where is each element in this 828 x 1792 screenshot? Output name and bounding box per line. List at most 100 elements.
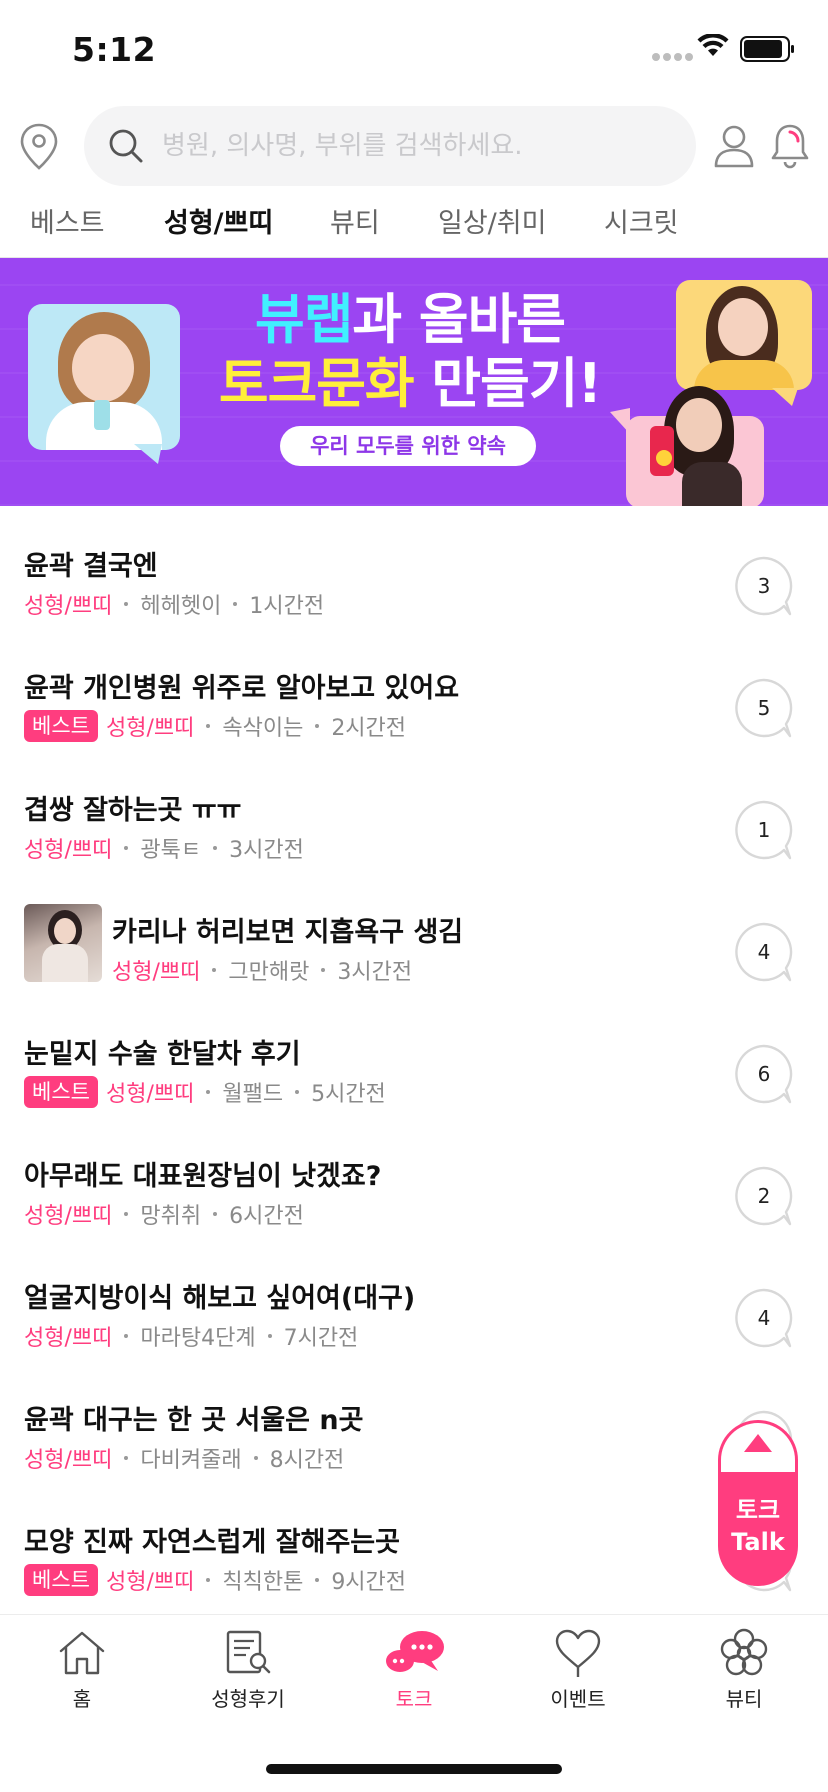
list-item[interactable]: 아무래도 대표원장님이 낫겠죠? 성형/쁘띠 망취취 6시간전 2 (0, 1116, 828, 1238)
post-thumbnail (24, 904, 102, 982)
comment-count-bubble: 3 (734, 556, 794, 616)
post-author: 다비켜줄래 (140, 1448, 242, 1473)
search-bar[interactable] (84, 106, 696, 186)
talk-icon (386, 1631, 444, 1672)
tab-surgery-petit[interactable]: 성형/쁘띠 (158, 204, 280, 258)
post-meta: 성형/쁘띠 다비켜줄래 8시간전 (24, 1442, 344, 1474)
post-author: 속삭이는 (222, 716, 304, 741)
comment-count-bubble: 4 (734, 922, 794, 982)
list-item[interactable]: 윤곽 개인병원 위주로 알아보고 있어요 베스트 성형/쁘띠 속삭이는 2시간전… (0, 628, 828, 750)
post-author: 망취취 (140, 1204, 202, 1229)
comment-count-bubble: 2 (734, 1166, 794, 1226)
post-author: 헤헤헷이 (140, 594, 222, 619)
post-title: 아무래도 대표원장님이 낫겠죠? (24, 1161, 382, 1192)
comment-count: 1 (757, 818, 771, 842)
search-row (0, 104, 828, 188)
wifi-icon (697, 34, 729, 56)
nav-beauty[interactable]: 뷰티 (684, 1627, 804, 1712)
search-icon (109, 129, 143, 163)
post-title: 윤곽 결국엔 (24, 551, 158, 582)
list-item[interactable]: 윤곽 대구는 한 곳 서울은 n곳 성형/쁘띠 다비켜줄래 8시간전 1 (0, 1360, 828, 1482)
post-time: 3시간전 (337, 960, 413, 985)
post-title: 모양 진짜 자연스럽게 잘해주는곳 (24, 1527, 400, 1558)
category-tabs: 베스트 성형/쁘띠 뷰티 일상/취미 시크릿 (0, 204, 828, 258)
post-title: 얼굴지방이식 해보고 싶어여(대구) (24, 1283, 416, 1314)
post-title: 눈밑지 수술 한달차 후기 (24, 1039, 301, 1070)
comment-count-bubble: 5 (734, 678, 794, 738)
comment-count-bubble: 6 (734, 1044, 794, 1104)
post-time: 1시간전 (249, 594, 325, 619)
status-bar: 5:12 (0, 0, 828, 100)
signal-icon (652, 53, 693, 61)
home-indicator (266, 1764, 562, 1774)
best-badge: 베스트 (24, 1076, 98, 1108)
heart-icon (555, 1629, 601, 1677)
post-category: 성형/쁘띠 (112, 960, 201, 985)
comment-count: 5 (757, 696, 771, 720)
battery-icon (740, 36, 794, 62)
list-item[interactable]: 얼굴지방이식 해보고 싶어여(대구) 성형/쁘띠 마라탕4단계 7시간전 4 (0, 1238, 828, 1360)
bell-icon[interactable] (770, 122, 810, 170)
list-item[interactable]: 눈밑지 수술 한달차 후기 베스트 성형/쁘띠 월팰드 5시간전 6 (0, 994, 828, 1116)
post-meta: 성형/쁘띠 헤헤헷이 1시간전 (24, 588, 324, 620)
post-meta: 베스트 성형/쁘띠 속삭이는 2시간전 (24, 710, 406, 742)
post-author: 그만해랏 (228, 960, 310, 985)
home-icon (59, 1631, 105, 1675)
post-category: 성형/쁘띠 (24, 838, 113, 863)
nav-talk[interactable]: 토크 (354, 1627, 474, 1712)
nav-events[interactable]: 이벤트 (518, 1627, 638, 1712)
comment-count: 3 (757, 574, 771, 598)
post-title: 겹쌍 잘하는곳 ㅠㅠ (24, 795, 242, 826)
list-item[interactable]: 겹쌍 잘하는곳 ㅠㅠ 성형/쁘띠 광툭ㅌ 3시간전 1 (0, 750, 828, 872)
post-category: 성형/쁘띠 (105, 1082, 195, 1107)
post-category: 성형/쁘띠 (105, 1570, 195, 1595)
list-item[interactable]: 카리나 허리보면 지흡욕구 생김 성형/쁘띠 그만해랏 3시간전 4 (0, 872, 828, 994)
nav-reviews[interactable]: 성형후기 (188, 1627, 308, 1712)
banner-pill: 우리 모두를 위한 약속 (280, 426, 536, 466)
post-meta: 성형/쁘띠 그만해랏 3시간전 (112, 954, 412, 986)
talk-write-button[interactable]: 토크 Talk (718, 1420, 798, 1586)
nav-home[interactable]: 홈 (22, 1627, 142, 1712)
post-meta: 성형/쁘띠 마라탕4단계 7시간전 (24, 1320, 358, 1352)
post-meta: 베스트 성형/쁘띠 월팰드 5시간전 (24, 1076, 386, 1108)
post-category: 성형/쁘띠 (24, 1204, 113, 1229)
tab-secret[interactable]: 시크릿 (604, 204, 679, 258)
post-time: 2시간전 (331, 716, 407, 741)
status-time: 5:12 (72, 30, 157, 69)
post-time: 9시간전 (331, 1570, 407, 1595)
list-item[interactable]: 윤곽 결국엔 성형/쁘띠 헤헤헷이 1시간전 3 (0, 506, 828, 628)
post-time: 6시간전 (229, 1204, 304, 1229)
comment-count: 4 (757, 940, 771, 964)
banner-title: 뷰랩과 올바른 토크문화 만들기! (218, 288, 602, 415)
comment-count: 4 (757, 1306, 771, 1330)
tab-beauty[interactable]: 뷰티 (330, 204, 380, 258)
search-input[interactable] (162, 106, 672, 186)
comment-count-bubble: 1 (734, 800, 794, 860)
post-title: 카리나 허리보면 지흡욕구 생김 (112, 917, 464, 948)
tab-best[interactable]: 베스트 (30, 204, 105, 258)
post-category: 성형/쁘띠 (24, 1448, 113, 1473)
best-badge: 베스트 (24, 710, 98, 742)
post-meta: 성형/쁘띠 광툭ㅌ 3시간전 (24, 832, 304, 864)
banner-photo-left (28, 304, 180, 450)
post-category: 성형/쁘띠 (24, 594, 113, 619)
post-time: 3시간전 (229, 838, 304, 863)
post-category: 성형/쁘띠 (105, 716, 195, 741)
banner-photo-top-right (676, 280, 812, 390)
talk-fab-label-ko: 토크 (735, 1496, 781, 1524)
post-time: 8시간전 (269, 1448, 345, 1473)
promo-banner[interactable]: 뷰랩과 올바른 토크문화 만들기! 우리 모두를 위한 약속 (0, 258, 828, 506)
talk-fab-label-en: Talk (731, 1528, 785, 1556)
arrow-up-icon (744, 1434, 772, 1452)
list-item[interactable]: 모양 진짜 자연스럽게 잘해주는곳 베스트 성형/쁘띠 칙칙한톤 9시간전 (0, 1482, 828, 1604)
post-meta: 베스트 성형/쁘띠 칙칙한톤 9시간전 (24, 1564, 406, 1596)
post-author: 칙칙한톤 (222, 1570, 304, 1595)
location-pin-icon[interactable] (18, 122, 60, 172)
flower-icon (720, 1628, 768, 1676)
profile-icon[interactable] (714, 124, 754, 168)
post-title: 윤곽 대구는 한 곳 서울은 n곳 (24, 1405, 364, 1436)
comment-count: 2 (757, 1184, 771, 1208)
best-badge: 베스트 (24, 1564, 98, 1596)
tab-daily-hobby[interactable]: 일상/취미 (438, 204, 546, 258)
comment-count-bubble: 4 (734, 1288, 794, 1348)
